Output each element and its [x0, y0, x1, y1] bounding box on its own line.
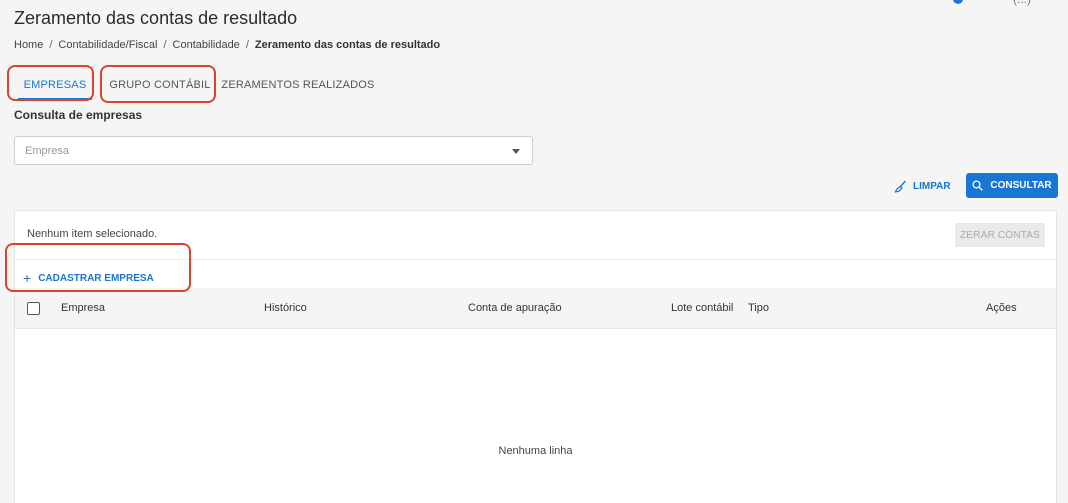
empresa-select-placeholder: Empresa — [25, 145, 70, 157]
user-menu[interactable]: (...) — [953, 0, 1048, 6]
zero-accounts-button[interactable]: ZERAR CONTAS — [955, 223, 1045, 247]
add-company-label: CADASTRAR EMPRESA — [38, 272, 154, 284]
plus-icon: + — [23, 270, 32, 286]
column-header-historico[interactable]: Histórico — [264, 302, 307, 314]
breadcrumb-separator: / — [245, 39, 249, 51]
table-header: Empresa Histórico Conta de apuração Lote… — [15, 288, 1056, 329]
tab-empresas[interactable]: EMPRESAS — [14, 70, 96, 100]
column-header-tipo[interactable]: Tipo — [748, 302, 769, 314]
tab-zeramentos-realizados[interactable]: ZERAMENTOS REALIZADOS — [220, 70, 376, 100]
divider — [15, 259, 1056, 260]
tab-grupo-contabil[interactable]: GRUPO CONTÁBIL — [104, 70, 216, 100]
breadcrumb-contabilidade-fiscal[interactable]: Contabilidade/Fiscal — [58, 39, 157, 51]
breadcrumb-contabilidade[interactable]: Contabilidade — [173, 39, 240, 51]
clear-button[interactable]: LIMPAR — [894, 175, 951, 197]
column-header-empresa[interactable]: Empresa — [61, 302, 105, 314]
avatar — [953, 0, 963, 4]
query-button[interactable]: CONSULTAR — [966, 173, 1058, 198]
broom-icon — [894, 180, 907, 193]
results-panel: Nenhum item selecionado. ZERAR CONTAS + … — [14, 210, 1057, 503]
breadcrumb: Home / Contabilidade/Fiscal / Contabilidade /… — [14, 39, 440, 51]
empty-table-message: Nenhuma linha — [498, 445, 573, 457]
page-title: Zeramento das contas de resultado — [14, 8, 298, 28]
select-all-checkbox[interactable] — [27, 302, 40, 315]
user-menu-label: (...) — [1013, 0, 1031, 6]
query-button-label: CONSULTAR — [990, 180, 1052, 191]
empresa-select[interactable]: Empresa — [14, 136, 533, 165]
column-header-conta-apuracao[interactable]: Conta de apuração — [468, 302, 562, 314]
breadcrumb-separator: / — [49, 39, 53, 51]
column-header-acoes: Ações — [986, 302, 1017, 314]
section-title: Consulta de empresas — [14, 108, 143, 122]
breadcrumb-separator: / — [163, 39, 167, 51]
search-icon — [972, 180, 984, 191]
breadcrumb-current: Zeramento das contas de resultado — [254, 39, 441, 51]
selection-status: Nenhum item selecionado. — [27, 228, 158, 240]
column-header-lote-contabil[interactable]: Lote contábil — [671, 302, 733, 314]
clear-button-label: LIMPAR — [913, 180, 951, 192]
breadcrumb-home[interactable]: Home — [14, 39, 43, 51]
add-company-button[interactable]: + CADASTRAR EMPRESA — [23, 266, 154, 290]
chevron-down-icon — [512, 149, 520, 154]
